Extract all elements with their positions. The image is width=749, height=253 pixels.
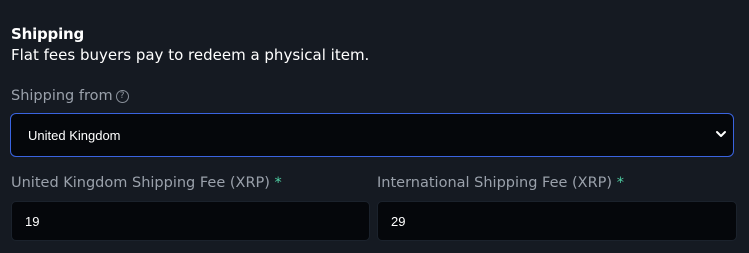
chevron-down-icon: [716, 131, 726, 137]
domestic-fee-input[interactable]: 19: [11, 201, 370, 241]
shipping-from-selected-value: United Kingdom: [28, 127, 121, 143]
international-fee-label: International Shipping Fee (XRP) *: [377, 173, 624, 193]
required-marker: *: [274, 175, 282, 191]
shipping-from-label-row: Shipping from ?: [11, 86, 129, 106]
required-marker: *: [616, 175, 624, 191]
international-fee-input[interactable]: 29: [377, 201, 737, 241]
international-fee-label-text: International Shipping Fee (XRP): [377, 175, 613, 191]
question-circle-icon[interactable]: ?: [115, 89, 129, 103]
domestic-fee-label: United Kingdom Shipping Fee (XRP) *: [11, 173, 282, 193]
shipping-section: Shipping Flat fees buyers pay to redeem …: [0, 0, 749, 253]
section-title: Shipping: [11, 25, 85, 43]
domestic-fee-label-text: United Kingdom Shipping Fee (XRP): [11, 175, 270, 191]
shipping-from-select[interactable]: United Kingdom: [10, 113, 734, 157]
shipping-from-label: Shipping from: [11, 88, 113, 104]
section-subtitle: Flat fees buyers pay to redeem a physica…: [11, 46, 370, 64]
